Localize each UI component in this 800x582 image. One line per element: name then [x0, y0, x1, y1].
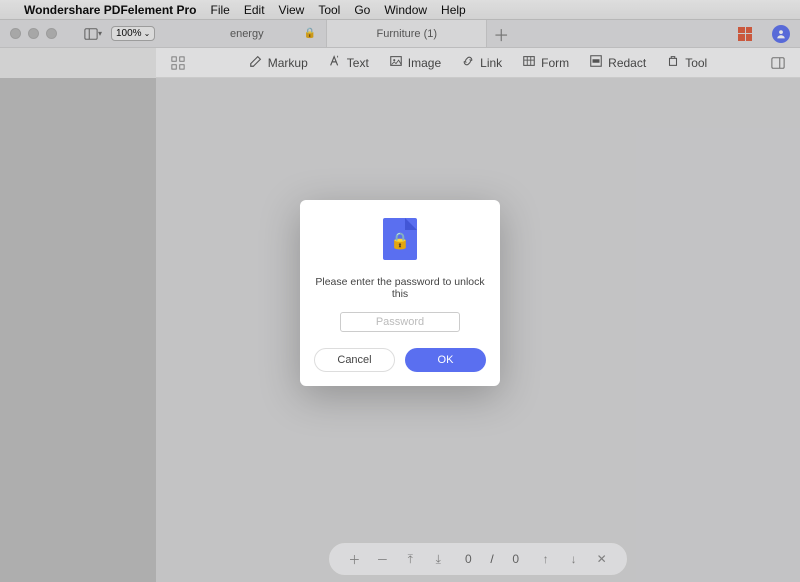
modal-overlay: 🔒 Please enter the password to unlock th… — [0, 0, 800, 582]
password-input[interactable] — [340, 312, 460, 332]
modal-message: Please enter the password to unlock this — [314, 276, 486, 300]
locked-document-icon: 🔒 — [383, 218, 417, 260]
lock-icon: 🔒 — [390, 231, 410, 251]
password-modal: 🔒 Please enter the password to unlock th… — [300, 200, 500, 386]
cancel-button[interactable]: Cancel — [314, 348, 395, 372]
ok-button[interactable]: OK — [405, 348, 486, 372]
